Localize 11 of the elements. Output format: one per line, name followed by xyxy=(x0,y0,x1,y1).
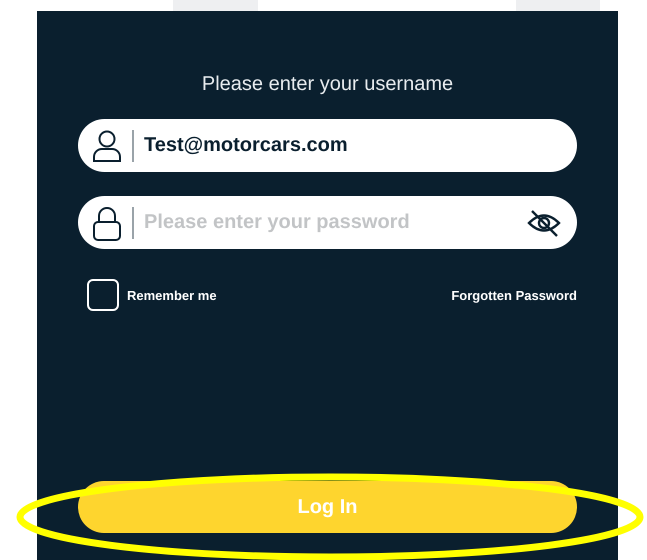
password-field[interactable]: Please enter your password xyxy=(78,196,577,249)
username-field[interactable]: Test@motorcars.com xyxy=(78,119,577,172)
lock-icon xyxy=(92,204,122,240)
remember-checkbox[interactable] xyxy=(87,279,119,311)
user-icon xyxy=(92,128,122,162)
username-prompt: Please enter your username xyxy=(200,72,454,97)
forgotten-password-link[interactable]: Forgotten Password xyxy=(451,288,577,302)
password-input[interactable]: Please enter your password xyxy=(144,211,517,234)
remember-label: Remember me xyxy=(127,288,217,302)
username-input[interactable]: Test@motorcars.com xyxy=(144,134,561,157)
hidden-eye-icon[interactable] xyxy=(527,208,561,238)
